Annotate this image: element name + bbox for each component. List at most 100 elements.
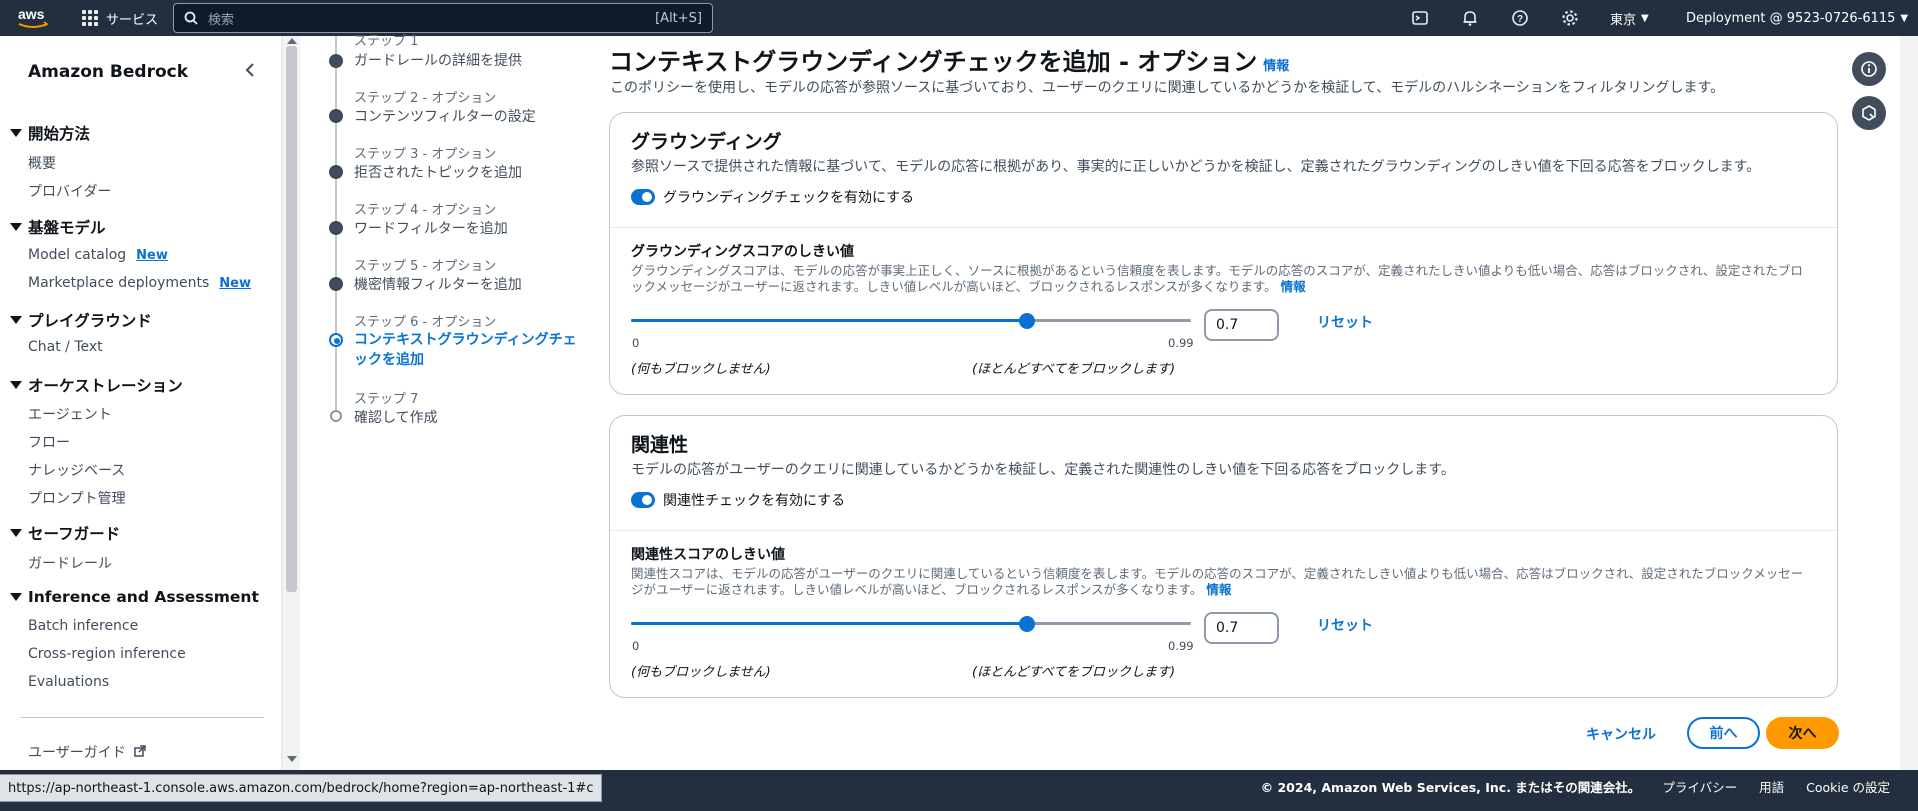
grounding-toggle-label: グラウンディングチェックを有効にする (663, 190, 915, 206)
step-2-marker (329, 109, 343, 123)
grounding-card: グラウンディング 参照ソースで提供された情報に基づいて、モデルの応答に根拠があり… (609, 112, 1838, 395)
services-menu-button[interactable]: サービス (82, 0, 158, 36)
previous-button[interactable]: 前へ (1687, 717, 1760, 749)
step-2-link[interactable]: コンテンツフィルターの設定 (354, 106, 536, 126)
caret-down-icon (10, 381, 22, 389)
slider-max-label: 0.99 (1168, 336, 1194, 350)
relevance-toggle[interactable] (631, 492, 655, 508)
sidebar-item-model-catalog[interactable]: Model catalog New (28, 247, 168, 263)
external-link-icon (134, 745, 146, 757)
sidebar-item-providers[interactable]: プロバイダー (28, 181, 111, 201)
account-label: Deployment @ 9523-0726-6115 (1686, 10, 1896, 26)
sidebar-item-batch-inference[interactable]: Batch inference (28, 618, 138, 634)
relevance-card: 関連性 モデルの応答がユーザーのクエリに関連しているかどうかを検証し、定義された… (609, 415, 1838, 698)
step-2-label: ステップ 2 - オプション (354, 91, 497, 106)
relevance-toggle-label: 関連性チェックを有効にする (663, 493, 846, 509)
cookie-settings-link[interactable]: Cookie の設定 (1806, 777, 1890, 796)
notifications-bell-icon[interactable] (1460, 8, 1480, 28)
cancel-button[interactable]: キャンセル (1586, 724, 1656, 744)
scrollbar-thumb[interactable] (286, 46, 297, 592)
amazon-q-icon (1862, 105, 1876, 121)
sidebar-title[interactable]: Amazon Bedrock (28, 62, 188, 82)
collapse-sidebar-button[interactable] (238, 58, 262, 82)
cloudshell-icon[interactable] (1410, 8, 1430, 28)
settings-gear-icon[interactable] (1560, 8, 1580, 28)
grounding-reset-button[interactable]: リセット (1317, 312, 1373, 332)
sidebar-item-knowledge-bases[interactable]: ナレッジベース (28, 460, 125, 480)
sidebar-section-inference-assessment[interactable]: Inference and Assessment (10, 588, 259, 606)
account-menu[interactable]: Deployment @ 9523-0726-6115 ▼ (1686, 0, 1908, 36)
amazon-q-button[interactable] (1852, 96, 1886, 130)
sidebar-item-marketplace-deployments[interactable]: Marketplace deployments New (28, 275, 251, 291)
step-1-link[interactable]: ガードレールの詳細を提供 (354, 50, 522, 70)
sidebar-section-safeguards[interactable]: セーフガード (10, 522, 120, 544)
scroll-up-arrow-icon[interactable] (287, 38, 297, 44)
sidebar-item-prompt-management[interactable]: プロンプト管理 (28, 488, 126, 508)
grounding-toggle[interactable] (631, 189, 655, 205)
slider-min-caption: (何もブロックしません) (631, 665, 771, 680)
info-link[interactable]: 情報 (1263, 59, 1289, 74)
relevance-threshold-title: 関連性スコアのしきい値 (631, 547, 785, 563)
page-scrollbar[interactable] (1900, 36, 1918, 770)
aws-logo-text: aws (18, 6, 45, 22)
slider-min-label: 0 (632, 639, 640, 653)
slider-handle[interactable] (1019, 313, 1035, 329)
sidebar-item-agents[interactable]: エージェント (28, 404, 112, 424)
sidebar-item-flows[interactable]: フロー (28, 432, 70, 452)
sidebar-item-guardrails[interactable]: ガードレール (28, 553, 112, 573)
step-3-link[interactable]: 拒否されたトピックを追加 (354, 162, 522, 182)
relevance-toggle-row[interactable]: 関連性チェックを有効にする (631, 490, 845, 510)
relevance-threshold-slider[interactable] (631, 614, 1191, 634)
info-link[interactable]: 情報 (1281, 279, 1306, 294)
page-description: このポリシーを使用し、モデルの応答が参照ソースに基づいており、ユーザーのクエリに… (610, 80, 1725, 96)
terms-link[interactable]: 用語 (1759, 777, 1784, 796)
scroll-down-arrow-icon[interactable] (287, 756, 297, 762)
region-selector[interactable]: 東京 ▼ (1610, 0, 1649, 36)
grounding-toggle-row[interactable]: グラウンディングチェックを有効にする (631, 187, 914, 207)
relevance-threshold-description: 関連性スコアは、モデルの応答がユーザーのクエリに関連しているという信頼度を表しま… (631, 566, 1811, 598)
relevance-threshold-input[interactable]: 0.7 (1204, 612, 1279, 644)
grounding-threshold-description: グラウンディングスコアは、モデルの応答が事実上正しく、ソースに根拠があるという信… (631, 263, 1811, 295)
chevron-down-icon: ▼ (1641, 12, 1649, 24)
sidebar-section-orchestration[interactable]: オーケストレーション (10, 374, 183, 396)
step-4-marker (329, 221, 343, 235)
sidebar-item-evaluations[interactable]: Evaluations (28, 674, 109, 690)
help-icon[interactable]: ? (1510, 8, 1530, 28)
sidebar-section-getting-started[interactable]: 開始方法 (10, 122, 90, 144)
relevance-reset-button[interactable]: リセット (1317, 615, 1373, 635)
grounding-threshold-slider[interactable] (631, 311, 1191, 331)
relevance-title: 関連性 (631, 434, 689, 456)
sidebar-section-foundation-models[interactable]: 基盤モデル (10, 216, 106, 238)
privacy-link[interactable]: プライバシー (1662, 777, 1737, 796)
step-4-link[interactable]: ワードフィルターを追加 (354, 218, 508, 238)
caret-down-icon (10, 529, 22, 537)
sidebar-section-playground[interactable]: プレイグラウンド (10, 309, 152, 331)
grounding-threshold-input[interactable]: 0.7 (1204, 309, 1279, 341)
caret-down-icon (10, 316, 22, 324)
region-label: 東京 (1610, 12, 1637, 28)
info-link[interactable]: 情報 (1206, 582, 1231, 597)
slider-handle[interactable] (1019, 616, 1035, 632)
info-panel-button[interactable] (1852, 52, 1886, 86)
svg-text:?: ? (1517, 14, 1523, 25)
new-badge: New (136, 248, 168, 263)
next-button[interactable]: 次へ (1766, 717, 1839, 749)
sidebar-item-user-guide[interactable]: ユーザーガイド (28, 742, 146, 762)
chevron-left-icon (245, 63, 254, 77)
sidebar-item-cross-region-inference[interactable]: Cross-region inference (28, 646, 186, 662)
side-navigation: Amazon Bedrock 開始方法 概要 プロバイダー 基盤モデル Mode… (0, 36, 282, 770)
sidebar-item-chat-text[interactable]: Chat / Text (28, 339, 103, 355)
step-7-marker (330, 410, 342, 422)
search-icon (184, 11, 198, 25)
aws-logo-icon[interactable]: aws (16, 5, 50, 31)
chevron-down-icon: ▼ (1900, 12, 1909, 24)
sidebar-scrollbar[interactable] (282, 36, 300, 770)
section-label: 開始方法 (28, 125, 91, 143)
sidebar-item-overview[interactable]: 概要 (28, 153, 56, 173)
step-5-link[interactable]: 機密情報フィルターを追加 (354, 274, 522, 294)
status-bar-url: https://ap-northeast-1.console.aws.amazo… (0, 774, 603, 802)
step-7-label: ステップ 7 (354, 392, 419, 407)
step-6-label: ステップ 6 - オプション (354, 315, 497, 330)
caret-down-icon (10, 223, 22, 231)
search-input[interactable]: 検索 [Alt+S] (173, 3, 713, 33)
